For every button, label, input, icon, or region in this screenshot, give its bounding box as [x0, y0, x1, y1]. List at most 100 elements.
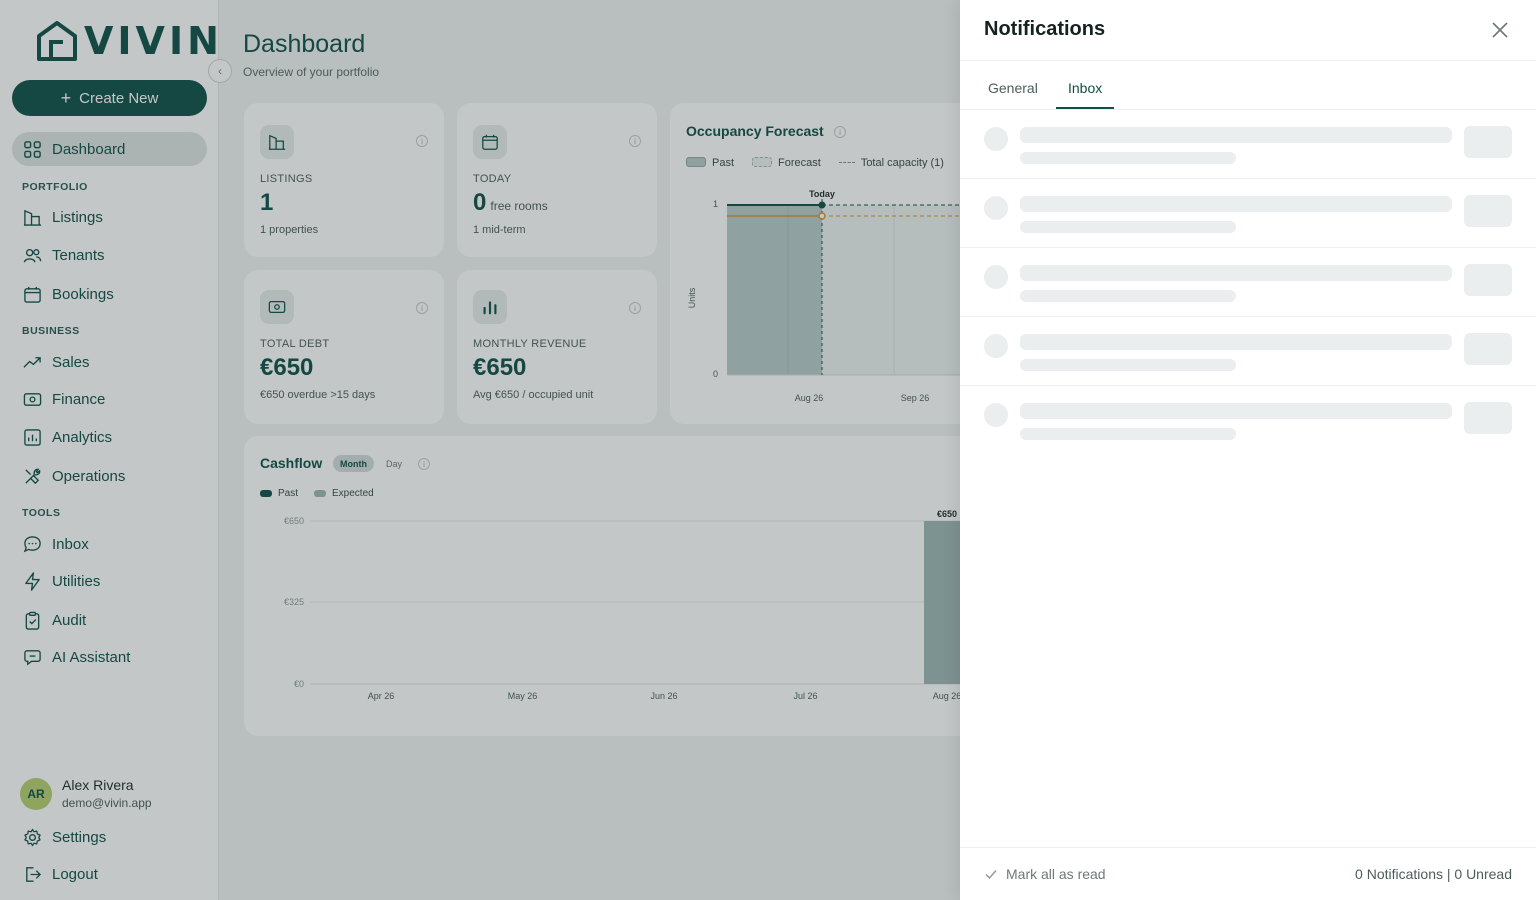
stat-suffix: free rooms — [490, 199, 548, 213]
legend-label: Past — [278, 488, 299, 499]
page-title: Dashboard — [243, 30, 366, 58]
sidebar-item-ai-assistant[interactable]: AI Assistant — [12, 640, 207, 674]
stat-sub: €650 overdue >15 days — [260, 389, 376, 401]
legend-expected: Expected — [314, 488, 374, 499]
skeleton-action — [1464, 402, 1512, 434]
info-icon[interactable]: i — [416, 135, 428, 147]
skeleton-action — [1464, 333, 1512, 365]
occupancy-forecast-card: Occupancy Forecast i Past Forecast Total… — [670, 103, 990, 424]
collapse-sidebar-button[interactable]: ‹ — [208, 59, 232, 83]
info-icon[interactable]: i — [418, 458, 430, 470]
today-card[interactable]: i TODAY 0 free rooms 1 mid-term — [457, 103, 657, 257]
calendar-icon — [473, 125, 507, 159]
sidebar-item-operations[interactable]: Operations — [12, 459, 207, 493]
page-subtitle: Overview of your portfolio — [243, 65, 380, 79]
mark-all-read-label: Mark all as read — [1006, 866, 1106, 882]
day-toggle[interactable]: Day — [379, 455, 409, 472]
capacity-today-point — [818, 212, 826, 220]
month-toggle[interactable]: Month — [333, 455, 374, 472]
sidebar-item-finance[interactable]: Finance — [12, 382, 207, 416]
logout-link[interactable]: Logout — [12, 857, 207, 891]
sidebar-item-inbox[interactable]: Inbox — [12, 527, 207, 561]
listings-card[interactable]: i LISTINGS 1 1 properties — [244, 103, 444, 257]
settings-link[interactable]: Settings — [12, 820, 207, 854]
create-new-label: Create New — [79, 89, 159, 107]
forecast-area — [822, 205, 970, 375]
skeleton-action — [1464, 126, 1512, 158]
house-logo-icon — [37, 21, 77, 61]
section-tools: TOOLS — [22, 507, 61, 519]
legend-label: Past — [712, 157, 735, 169]
tools-icon — [25, 468, 41, 484]
sidebar-item-label: Finance — [52, 390, 106, 408]
gear-icon — [24, 828, 41, 846]
panel-title: Notifications — [984, 18, 1106, 40]
skeleton-line — [1020, 334, 1452, 350]
x-tick: Aug 26 — [795, 393, 824, 403]
skeleton-line — [1020, 403, 1452, 419]
tab-inbox[interactable]: Inbox — [1056, 80, 1115, 109]
occupancy-title: Occupancy Forecast — [686, 123, 824, 139]
info-icon[interactable]: i — [629, 302, 641, 314]
vivin-logo[interactable]: VIVIN — [36, 20, 223, 62]
sidebar-item-label: Tenants — [52, 246, 105, 264]
legend-past: Past — [686, 157, 734, 169]
total-debt-card[interactable]: i TOTAL DEBT €650 €650 overdue >15 days — [244, 270, 444, 424]
sidebar: VIVIN + Create New Dashboard PORTFOLIO L… — [0, 0, 219, 900]
user-profile[interactable]: AR Alex Rivera demo@vivin.app — [20, 777, 152, 810]
info-icon[interactable]: i — [834, 126, 846, 138]
sidebar-item-utilities[interactable]: Utilities — [12, 564, 207, 598]
y-tick-0: 0 — [713, 369, 718, 379]
skeleton-action — [1464, 264, 1512, 296]
past-area — [727, 205, 822, 375]
monthly-revenue-card[interactable]: i MONTHLY REVENUE €650 Avg €650 / occupi… — [457, 270, 657, 424]
sidebar-item-analytics[interactable]: Analytics — [12, 420, 207, 454]
sidebar-item-bookings[interactable]: Bookings — [12, 277, 207, 311]
skeleton-line — [1020, 265, 1452, 281]
create-new-button[interactable]: + Create New — [12, 80, 207, 116]
occupancy-chart: 1 0 Units Today Aug 26 Sep 26 — [687, 189, 970, 403]
stat-value: €650 — [260, 354, 314, 381]
calendar-icon — [24, 286, 41, 303]
legend-swatch — [838, 162, 855, 163]
section-portfolio: PORTFOLIO — [22, 181, 88, 193]
notification-skeleton — [960, 110, 1536, 179]
sidebar-item-listings[interactable]: Listings — [12, 200, 207, 234]
users-icon — [23, 248, 42, 262]
tab-general[interactable]: General — [976, 80, 1050, 109]
close-icon[interactable] — [1490, 20, 1510, 40]
y-tick-1: 1 — [713, 199, 718, 209]
legend-swatch — [752, 157, 773, 167]
skeleton-line — [1020, 428, 1236, 440]
sidebar-item-label: Analytics — [52, 428, 113, 446]
mark-all-read-button[interactable]: Mark all as read — [984, 866, 1106, 882]
sidebar-item-label: Operations — [52, 467, 126, 485]
sidebar-item-sales[interactable]: Sales — [12, 345, 207, 379]
sidebar-item-label: Dashboard — [52, 140, 126, 158]
info-icon[interactable]: i — [416, 302, 428, 314]
notification-skeleton — [960, 179, 1536, 248]
skeleton-line — [1020, 152, 1236, 164]
clipboard-check-icon — [25, 611, 40, 630]
plus-icon: + — [60, 88, 72, 108]
today-point — [818, 201, 826, 209]
user-email: demo@vivin.app — [62, 796, 152, 810]
sidebar-item-tenants[interactable]: Tenants — [12, 238, 207, 272]
banknote-icon — [23, 392, 42, 406]
settings-label: Settings — [52, 828, 107, 846]
divider — [960, 60, 1536, 61]
building-icon — [23, 209, 42, 226]
logo-text: VIVIN — [84, 19, 223, 63]
sidebar-item-label: Bookings — [52, 285, 114, 303]
stat-value: 0 free rooms — [473, 189, 548, 217]
sidebar-item-audit[interactable]: Audit — [12, 603, 207, 637]
chevron-left-icon: ‹ — [218, 64, 222, 78]
skeleton-line — [1020, 127, 1452, 143]
sidebar-item-dashboard[interactable]: Dashboard — [12, 132, 207, 166]
bar-value-label: €650 — [937, 509, 957, 519]
x-tick: May 26 — [508, 691, 538, 701]
legend-capacity: Total capacity (1) — [838, 157, 944, 169]
y-axis-label: Units — [687, 287, 697, 308]
stat-label: TODAY — [473, 173, 512, 185]
info-icon[interactable]: i — [629, 135, 641, 147]
